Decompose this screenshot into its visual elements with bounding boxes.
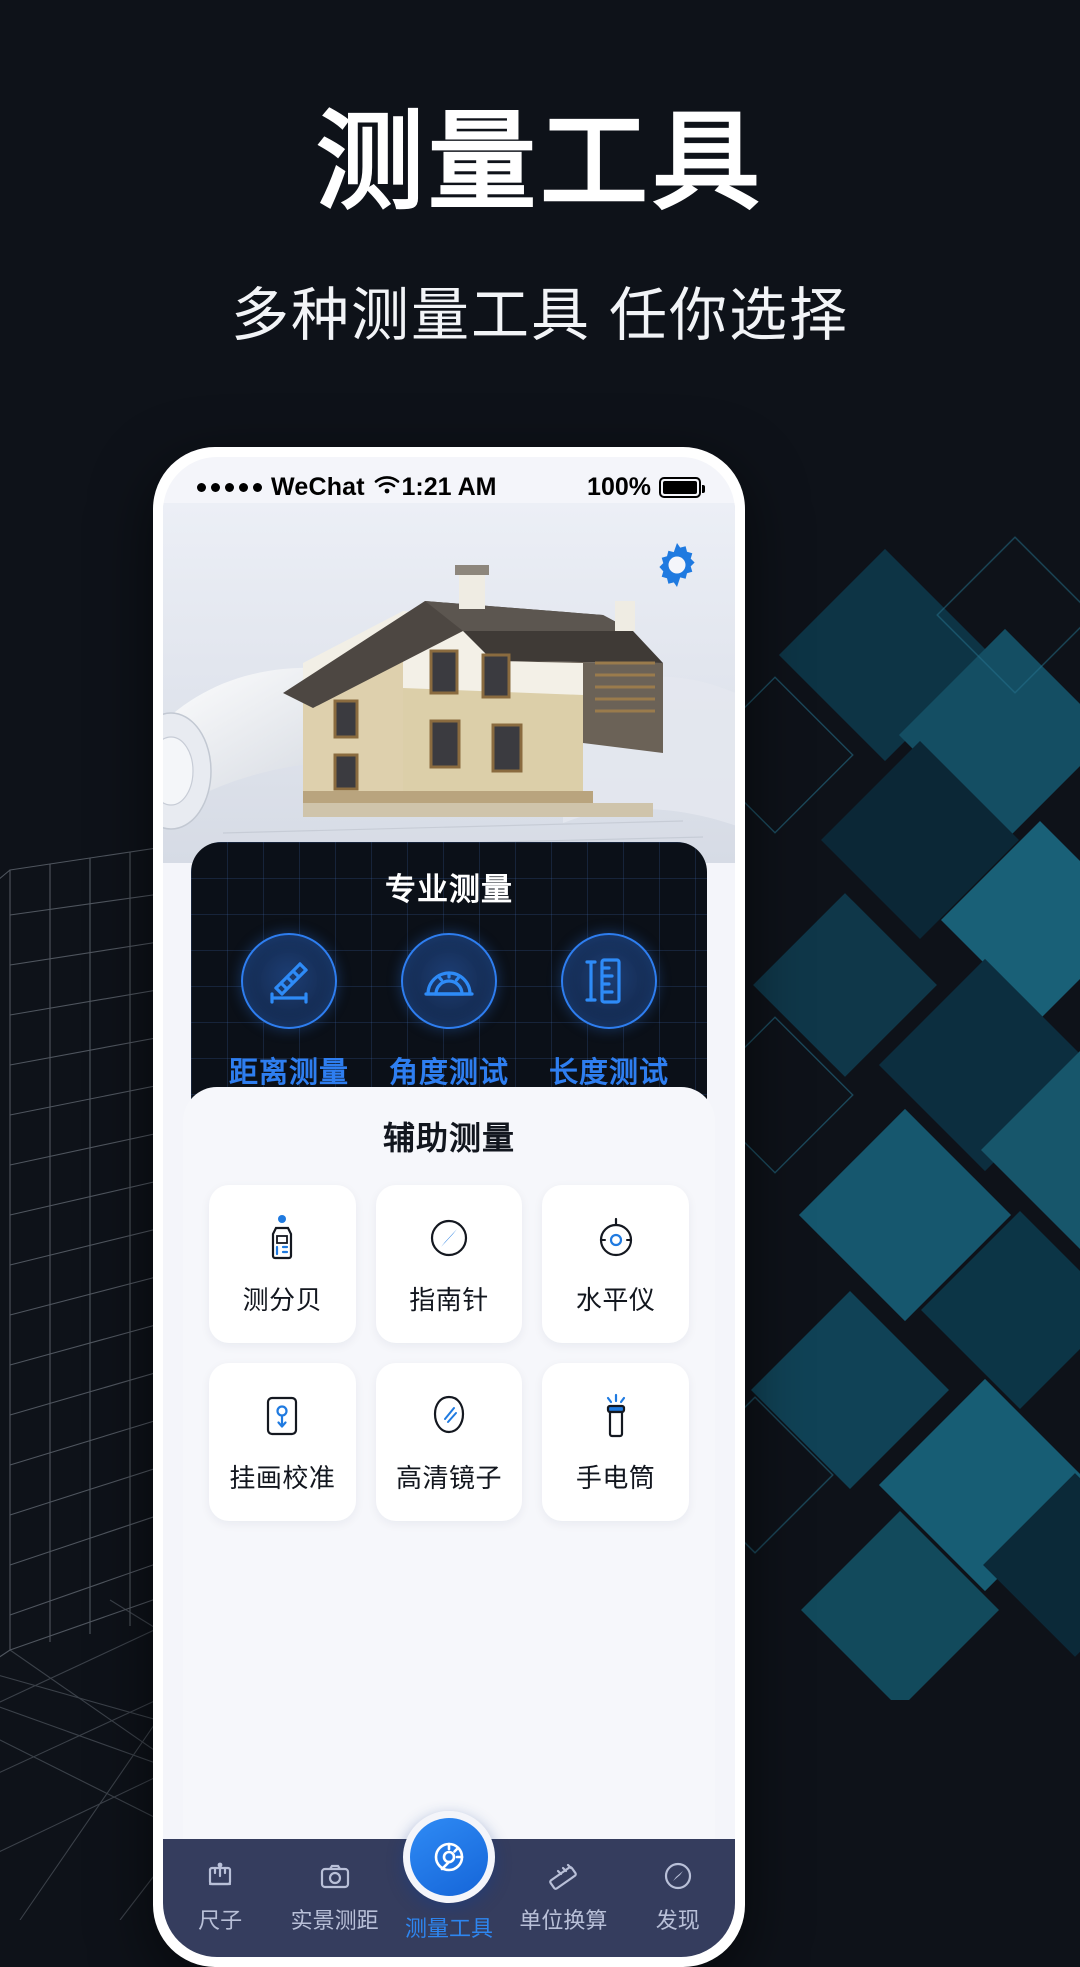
pro-measure-title: 专业测量 xyxy=(385,872,513,907)
aux-item-flashlight[interactable]: 手电筒 xyxy=(542,1363,689,1521)
tab-label: 测量工具 xyxy=(404,1916,493,1941)
pro-measure-items: 距离测量 角度测试 长度测试 xyxy=(191,933,707,1091)
status-bar-right: 100% xyxy=(496,472,705,502)
pro-item-label: 长度测试 xyxy=(548,1057,669,1089)
aux-item-compass[interactable]: 指南针 xyxy=(375,1185,523,1343)
tab-camera-measure[interactable]: 实景测距 xyxy=(287,1855,383,1935)
tab-label: 实景测距 xyxy=(290,1908,379,1933)
picture-align-icon xyxy=(259,1390,305,1442)
gear-icon[interactable] xyxy=(651,539,703,591)
tab-unit-convert[interactable]: 单位换算 xyxy=(515,1855,611,1935)
tab-label: 发现 xyxy=(655,1908,700,1933)
aux-measure-grid: 测分贝 指南针 水平仪 挂画校准 高清镜子 手电筒 xyxy=(183,1159,715,1521)
battery-full-icon xyxy=(659,476,705,498)
hero-photo xyxy=(163,503,735,863)
bottom-tab-bar: 尺子 实景测距 测量工具 单位换算 发现 xyxy=(163,1811,735,1957)
status-bar-left: WeChat xyxy=(197,473,402,502)
tab-ruler[interactable]: 尺子 xyxy=(172,1855,268,1935)
aux-item-label: 指南针 xyxy=(409,1284,489,1315)
aux-item-label: 高清镜子 xyxy=(395,1462,502,1493)
pro-item-label: 角度测试 xyxy=(388,1057,509,1089)
aux-item-picture-align[interactable]: 挂画校准 xyxy=(209,1363,356,1521)
aux-item-label: 水平仪 xyxy=(575,1284,656,1315)
hero-section: 测量工具 多种测量工具 任你选择 xyxy=(0,0,1080,352)
aux-item-decibel[interactable]: 测分贝 xyxy=(209,1185,356,1343)
pro-item-distance[interactable]: 距离测量 xyxy=(214,933,364,1091)
aux-measure-title: 辅助测量 xyxy=(382,1120,515,1156)
tab-discover[interactable]: 发现 xyxy=(630,1855,726,1935)
phone-mockup: WeChat 1:21 AM 100% 专业测量 距离测量 角度测试 长度测试 … xyxy=(153,447,745,1967)
compass-icon xyxy=(426,1212,472,1264)
phone-screen: WeChat 1:21 AM 100% 专业测量 距离测量 角度测试 长度测试 … xyxy=(163,457,735,1957)
discover-tab-icon xyxy=(630,1855,726,1897)
ruler-diagonal-icon xyxy=(241,933,337,1029)
protractor-icon xyxy=(401,933,497,1029)
decibel-meter-icon xyxy=(259,1212,305,1264)
ruler-tab-icon xyxy=(172,1855,268,1897)
ruler-vertical-icon xyxy=(561,933,657,1029)
flashlight-icon xyxy=(593,1390,639,1442)
pro-item-label: 距离测量 xyxy=(228,1057,349,1089)
page-title: 测量工具 xyxy=(315,101,764,222)
aux-item-mirror[interactable]: 高清镜子 xyxy=(375,1363,523,1521)
wifi-icon xyxy=(374,473,400,502)
pro-item-angle[interactable]: 角度测试 xyxy=(374,933,524,1091)
aux-item-level[interactable]: 水平仪 xyxy=(542,1185,689,1343)
camera-tab-icon xyxy=(287,1855,383,1897)
aux-item-label: 手电筒 xyxy=(575,1462,656,1493)
aux-item-label: 测分贝 xyxy=(242,1284,323,1315)
tab-label: 尺子 xyxy=(198,1908,243,1933)
tab-measure-tools[interactable]: 测量工具 xyxy=(401,1811,497,1943)
pro-item-length[interactable]: 长度测试 xyxy=(534,933,684,1091)
unit-convert-tab-icon xyxy=(515,1855,611,1897)
page-subtitle: 多种测量工具 任你选择 xyxy=(230,283,850,349)
status-bar: WeChat 1:21 AM 100% xyxy=(163,457,735,513)
spirit-level-icon xyxy=(593,1212,639,1264)
tab-label: 单位换算 xyxy=(519,1908,608,1933)
aux-item-label: 挂画校准 xyxy=(229,1462,336,1493)
signal-dots-icon xyxy=(197,482,262,492)
carrier-label: WeChat xyxy=(271,472,365,501)
clock-label: 1:21 AM xyxy=(401,472,497,501)
mirror-icon xyxy=(426,1390,472,1442)
measure-tools-tab-icon xyxy=(402,1811,495,1903)
battery-percent-label: 100% xyxy=(587,472,651,501)
